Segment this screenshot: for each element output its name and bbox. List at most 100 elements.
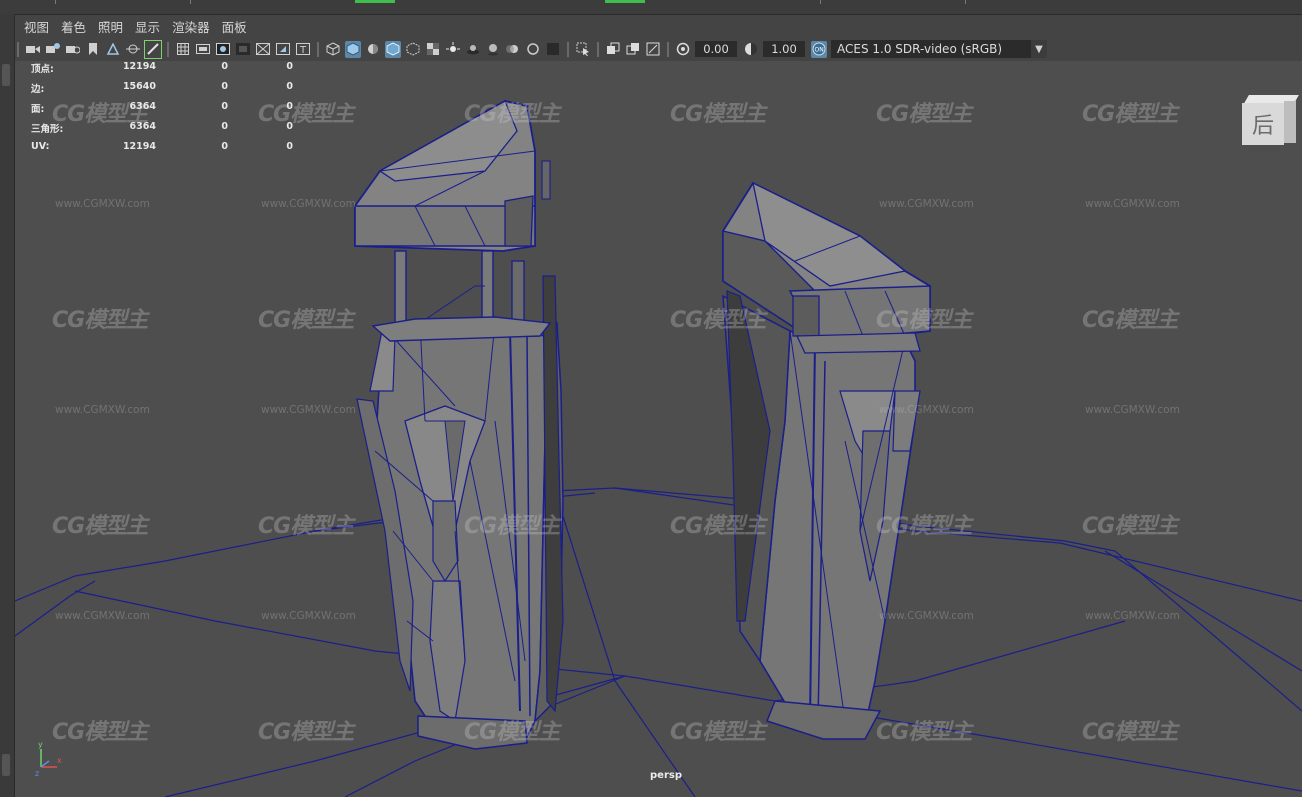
watermark-url: www.CGMXW.com <box>55 198 150 210</box>
watermark-url: www.CGMXW.com <box>1085 404 1180 416</box>
watermark-logo: CG模型主 <box>876 720 972 745</box>
watermark-logo: CG模型主 <box>52 514 148 539</box>
menu-renderer[interactable]: 渲染器 <box>172 17 210 36</box>
watermark-url: www.CGMXW.com <box>55 610 150 622</box>
watermark-logo: CG模型主 <box>1082 720 1178 745</box>
left-tool-strip <box>0 14 15 797</box>
watermark-logo: CG模型主 <box>876 308 972 333</box>
default-material-icon[interactable] <box>365 41 381 58</box>
camera-lock-icon[interactable] <box>65 41 81 58</box>
wireframe-icon[interactable] <box>325 41 341 58</box>
right-model[interactable] <box>722 181 931 740</box>
top-strip <box>0 0 1302 15</box>
watermark-url: www.CGMXW.com <box>1085 610 1180 622</box>
watermark-logo: CG模型主 <box>464 514 560 539</box>
isolate-select-icon[interactable] <box>575 41 591 58</box>
resolution-gate-icon[interactable] <box>215 41 231 58</box>
menu-panels[interactable]: 面板 <box>222 17 247 36</box>
select-camera-icon[interactable] <box>605 41 621 58</box>
left-tab[interactable] <box>2 754 10 776</box>
wireframe-on-shaded-icon[interactable] <box>385 40 401 58</box>
axis-z-label: z <box>35 769 39 777</box>
watermark-url: www.CGMXW.com <box>879 404 974 416</box>
smooth-shade-icon[interactable] <box>345 40 361 58</box>
film-gate-icon[interactable] <box>195 41 211 58</box>
watermark-logo: CG模型主 <box>1082 514 1178 539</box>
gamma-icon[interactable] <box>675 41 691 58</box>
multisample-aa-icon[interactable] <box>525 41 541 58</box>
motion-blur-icon[interactable] <box>505 41 521 58</box>
toolbar-separator <box>17 41 19 57</box>
watermark-logo: CG模型主 <box>258 514 354 539</box>
strip-highlight <box>605 0 645 3</box>
xray-icon[interactable] <box>405 41 421 58</box>
color-management-icon[interactable]: ON <box>811 40 827 58</box>
watermark-logo: CG模型主 <box>258 720 354 745</box>
watermark-url: www.CGMXW.com <box>55 404 150 416</box>
viewport-persp[interactable]: CG模型主 CG模型主 CG模型主 CG模型主 CG模型主 CG模型主 CG模型… <box>15 61 1302 797</box>
grease-pencil-icon[interactable] <box>144 39 162 59</box>
left-tab[interactable] <box>2 64 10 86</box>
watermark-logo: CG模型主 <box>1082 308 1178 333</box>
scene-wireframe[interactable] <box>15 61 1302 797</box>
view-cube-side[interactable] <box>1284 101 1296 143</box>
watermark-url: www.CGMXW.com <box>261 610 356 622</box>
svg-text:ON: ON <box>815 47 824 54</box>
view-cube[interactable]: 后 <box>1242 95 1299 147</box>
toolbar-separator <box>317 41 319 57</box>
axis-gizmo: y x z <box>35 740 62 777</box>
watermark-logo: CG模型主 <box>258 308 354 333</box>
hud-row-edges: 边: 15640 0 0 <box>31 81 293 95</box>
watermark-logo: CG模型主 <box>876 514 972 539</box>
camera-icon[interactable] <box>25 41 41 58</box>
frame-all-icon[interactable] <box>645 41 661 58</box>
menu-lighting[interactable]: 照明 <box>98 17 123 36</box>
safe-title-icon[interactable]: T <box>295 41 311 58</box>
field-chart-icon[interactable] <box>255 41 271 58</box>
menu-show[interactable]: 显示 <box>135 17 160 36</box>
watermark-url: www.CGMXW.com <box>1085 198 1180 210</box>
camera-attributes-icon[interactable] <box>45 41 61 58</box>
gamma-field[interactable]: 0.00 <box>695 41 737 57</box>
menu-view[interactable]: 视图 <box>24 17 49 36</box>
strip-tick <box>55 0 56 4</box>
safe-action-icon[interactable] <box>275 41 291 58</box>
watermark-logo: CG模型主 <box>670 308 766 333</box>
xray-joints-icon[interactable] <box>425 41 441 58</box>
use-all-lights-icon[interactable] <box>445 41 461 58</box>
2d-pan-icon[interactable] <box>125 41 141 58</box>
shadows-icon[interactable] <box>465 41 481 58</box>
toolbar-separator <box>567 41 569 57</box>
exposure-field[interactable]: 1.00 <box>763 41 805 57</box>
poly-count-hud: 顶点: 12194 0 0 边: 15640 0 0 面: 6364 0 0 三角形: 6364 0 0… <box>31 61 301 161</box>
view-cube-back-face[interactable]: 后 <box>1242 103 1284 145</box>
axis-x-label: x <box>57 756 62 765</box>
svg-text:T: T <box>299 45 307 55</box>
menu-shading[interactable]: 着色 <box>61 17 86 36</box>
depth-of-field-icon[interactable] <box>545 41 561 58</box>
snapshot-icon[interactable] <box>625 41 641 58</box>
watermark-logo: CG模型主 <box>1082 102 1178 127</box>
grid-icon[interactable] <box>175 41 191 58</box>
toolbar-separator <box>597 41 599 57</box>
strip-tick <box>190 0 191 4</box>
camera-name-label: persp <box>650 770 682 781</box>
watermark-logo: CG模型主 <box>464 720 560 745</box>
watermark-url: www.CGMXW.com <box>261 404 356 416</box>
gate-mask-icon[interactable] <box>235 41 251 58</box>
hud-row-triangles: 三角形: 6364 0 0 <box>31 121 293 135</box>
bookmark-icon[interactable] <box>85 41 101 58</box>
strip-tick <box>965 0 966 4</box>
watermark-url: www.CGMXW.com <box>879 198 974 210</box>
watermark-logo: CG模型主 <box>464 102 560 127</box>
watermark-logo: CG模型主 <box>670 514 766 539</box>
watermark-logo: CG模型主 <box>670 720 766 745</box>
hud-row-uv: UV: 12194 0 0 <box>31 141 293 152</box>
image-plane-icon[interactable] <box>105 41 121 58</box>
color-space-select[interactable]: ACES 1.0 SDR-video (sRGB) <box>831 40 1031 58</box>
screen-space-ao-icon[interactable] <box>485 41 501 58</box>
watermark-logo: CG模型主 <box>876 102 972 127</box>
panel-menu-bar: 视图 着色 照明 显示 渲染器 面板 <box>15 15 1302 37</box>
chevron-down-icon[interactable]: ▼ <box>1031 40 1047 58</box>
exposure-icon[interactable] <box>743 41 759 58</box>
